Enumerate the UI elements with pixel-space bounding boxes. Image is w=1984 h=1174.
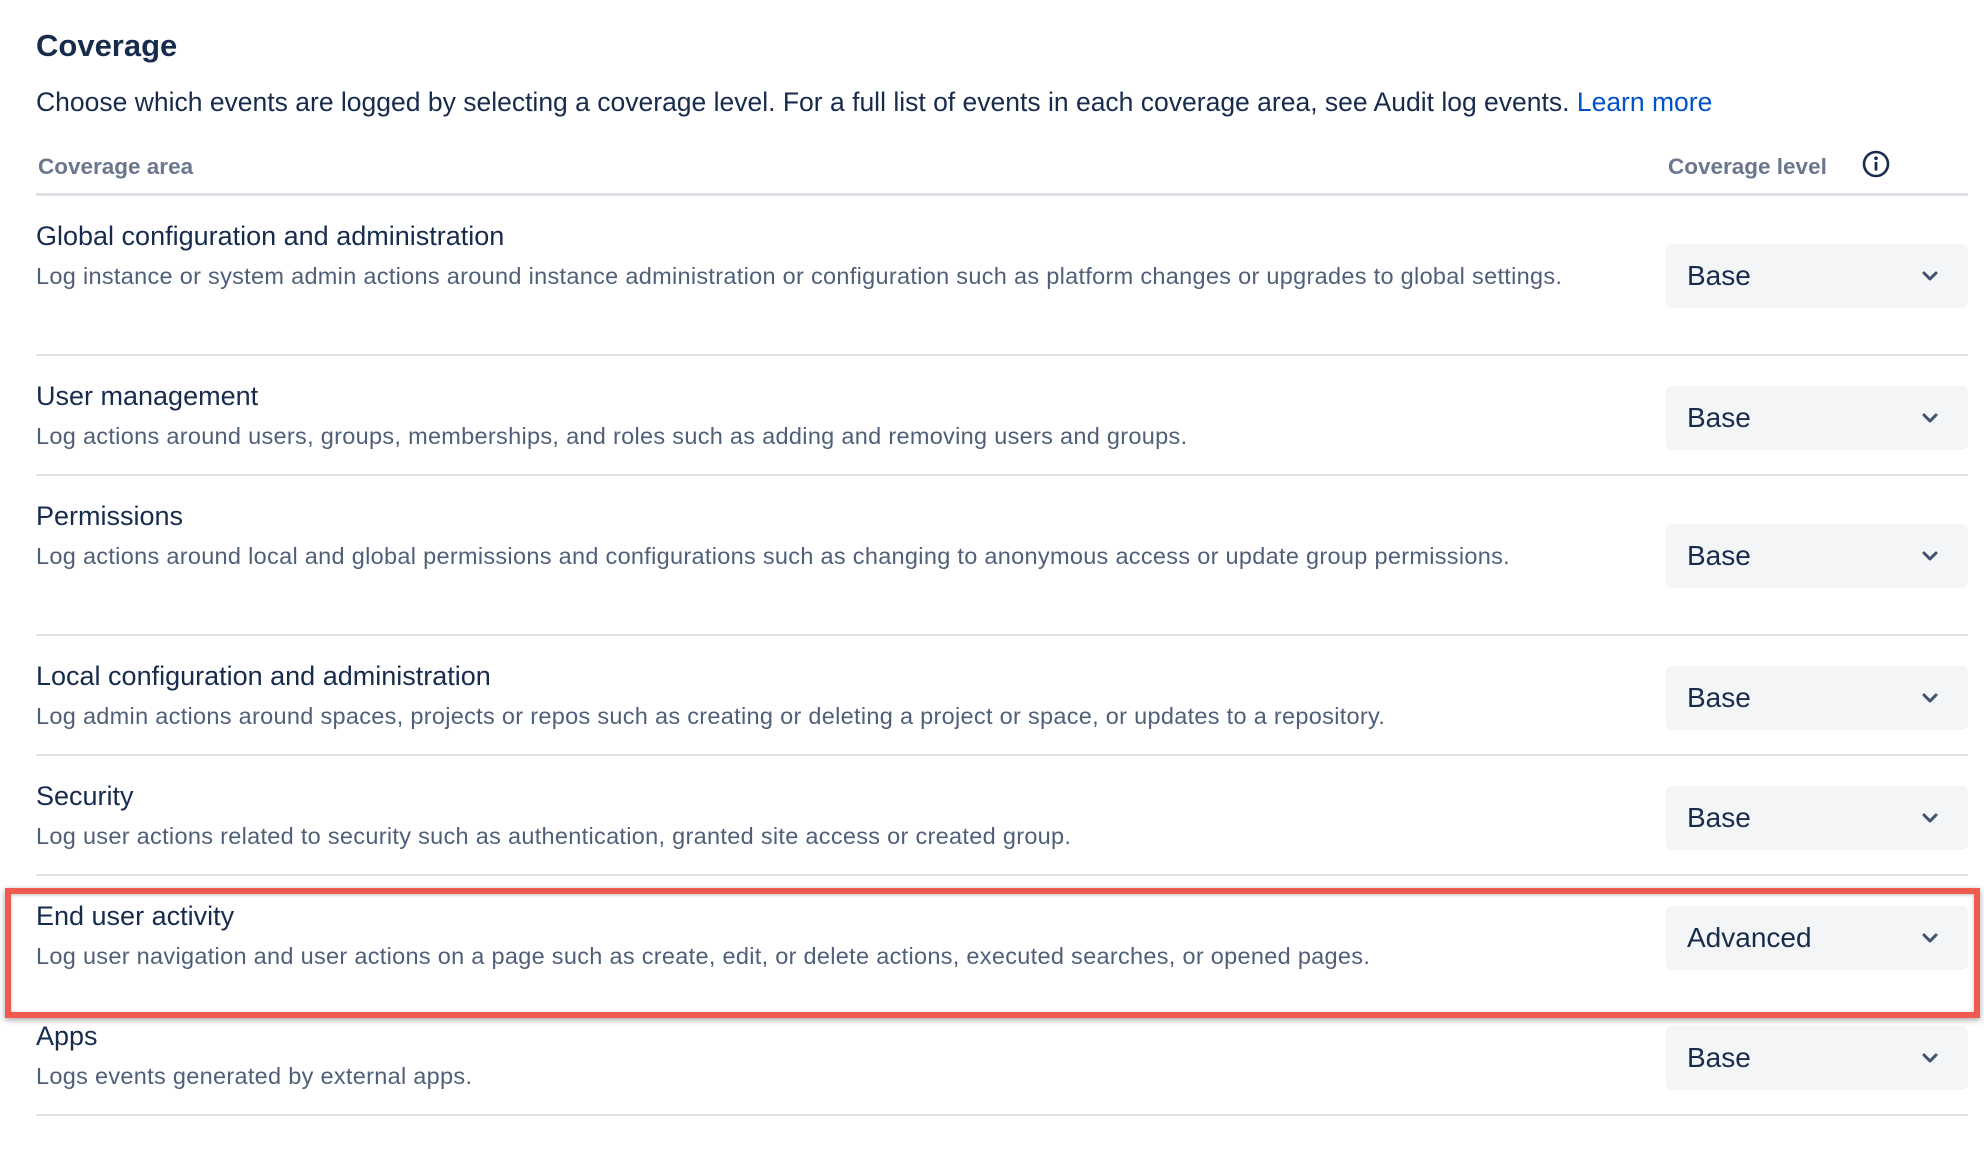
chevron-down-icon bbox=[1922, 693, 1938, 703]
coverage-level-select[interactable]: Base bbox=[1666, 786, 1968, 850]
row-description: Log instance or system admin actions aro… bbox=[36, 263, 1563, 289]
intro-paragraph: Choose which events are logged by select… bbox=[36, 84, 1712, 120]
coverage-level-select[interactable]: Base bbox=[1666, 1026, 1968, 1090]
row-description: Log actions around users, groups, member… bbox=[36, 423, 1188, 449]
table-header: Coverage area Coverage level bbox=[36, 150, 1968, 196]
column-header-coverage-area: Coverage area bbox=[38, 154, 194, 179]
table-row: Global configuration and administration … bbox=[36, 196, 1968, 356]
coverage-level-select[interactable]: Base bbox=[1666, 244, 1968, 308]
row-description: Log user actions related to security suc… bbox=[36, 823, 1072, 849]
coverage-level-select[interactable]: Base bbox=[1666, 666, 1968, 730]
select-value: Base bbox=[1687, 260, 1751, 291]
select-value: Advanced bbox=[1687, 922, 1812, 953]
row-description: Log admin actions around spaces, project… bbox=[36, 703, 1386, 729]
chevron-down-icon bbox=[1922, 813, 1938, 823]
table-row: User management Log actions around users… bbox=[36, 356, 1968, 476]
coverage-level-select[interactable]: Base bbox=[1666, 386, 1968, 450]
select-value: Base bbox=[1687, 1042, 1751, 1073]
row-title: Permissions bbox=[36, 501, 184, 531]
row-description: Log user navigation and user actions on … bbox=[36, 943, 1371, 969]
table-row: Security Log user actions related to sec… bbox=[36, 756, 1968, 876]
select-value: Base bbox=[1687, 802, 1751, 833]
learn-more-link[interactable]: Learn more bbox=[1577, 87, 1713, 117]
row-title: Security bbox=[36, 781, 134, 811]
table-row: Local configuration and administration L… bbox=[36, 636, 1968, 756]
column-header-coverage-level: Coverage level bbox=[1668, 154, 1827, 179]
chevron-down-icon bbox=[1922, 413, 1938, 423]
intro-text: Choose which events are logged by select… bbox=[36, 87, 1577, 117]
chevron-down-icon bbox=[1922, 271, 1938, 281]
coverage-level-select[interactable]: Base bbox=[1666, 524, 1968, 588]
info-icon[interactable] bbox=[1861, 149, 1891, 179]
row-title: Apps bbox=[36, 1021, 98, 1051]
select-value: Base bbox=[1687, 682, 1751, 713]
page-title: Coverage bbox=[36, 28, 178, 63]
row-description: Log actions around local and global perm… bbox=[36, 543, 1510, 569]
chevron-down-icon bbox=[1922, 1053, 1938, 1063]
select-value: Base bbox=[1687, 540, 1751, 571]
select-value: Base bbox=[1687, 402, 1751, 433]
table-row: End user activity Log user navigation an… bbox=[36, 876, 1968, 996]
chevron-down-icon bbox=[1922, 933, 1938, 943]
chevron-down-icon bbox=[1922, 551, 1938, 561]
table-row: Permissions Log actions around local and… bbox=[36, 476, 1968, 636]
row-title: User management bbox=[36, 381, 259, 411]
row-title: End user activity bbox=[36, 901, 235, 931]
row-description: Logs events generated by external apps. bbox=[36, 1063, 473, 1089]
row-title: Local configuration and administration bbox=[36, 661, 491, 691]
table-row: Apps Logs events generated by external a… bbox=[36, 996, 1968, 1116]
row-title: Global configuration and administration bbox=[36, 221, 505, 251]
coverage-level-select[interactable]: Advanced bbox=[1666, 906, 1968, 970]
